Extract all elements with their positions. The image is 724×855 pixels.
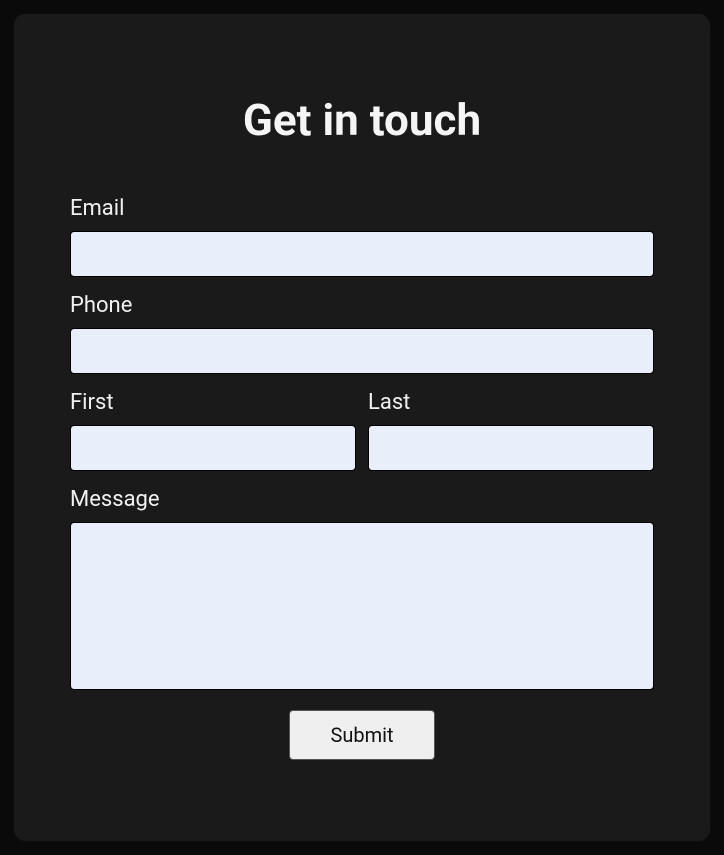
message-textarea[interactable] xyxy=(70,522,654,690)
contact-form-card: Get in touch Email Phone First Last Mess… xyxy=(14,14,710,841)
last-label: Last xyxy=(368,390,654,415)
contact-form: Email Phone First Last Message Submit xyxy=(70,196,654,760)
phone-label: Phone xyxy=(70,293,654,318)
first-field-group: First xyxy=(70,390,356,471)
form-title: Get in touch xyxy=(70,94,654,146)
email-input[interactable] xyxy=(70,231,654,277)
email-field-group: Email xyxy=(70,196,654,277)
email-label: Email xyxy=(70,196,654,221)
first-label: First xyxy=(70,390,356,415)
submit-button[interactable]: Submit xyxy=(289,710,434,760)
message-field-group: Message xyxy=(70,487,654,690)
name-row: First Last xyxy=(70,390,654,471)
phone-input[interactable] xyxy=(70,328,654,374)
last-field-group: Last xyxy=(368,390,654,471)
last-input[interactable] xyxy=(368,425,654,471)
submit-wrap: Submit xyxy=(70,710,654,760)
phone-field-group: Phone xyxy=(70,293,654,374)
message-label: Message xyxy=(70,487,654,512)
first-input[interactable] xyxy=(70,425,356,471)
